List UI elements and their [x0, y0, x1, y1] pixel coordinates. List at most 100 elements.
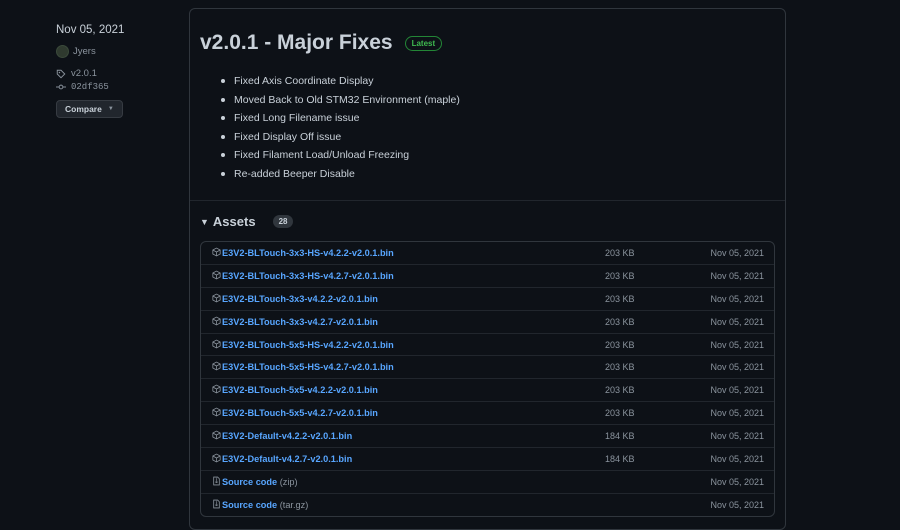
asset-download-link[interactable]: E3V2-BLTouch-3x3-v4.2.7-v2.0.1.bin [222, 317, 378, 327]
triangle-down-icon: ▼ [200, 216, 209, 227]
release-note-item: Moved Back to Old STM32 Environment (map… [221, 91, 460, 110]
release-sidebar: Nov 05, 2021 Jyers v2.0.1 02df365 Compar… [56, 24, 176, 118]
asset-date: Nov 05, 2021 [710, 431, 764, 442]
asset-download-link[interactable]: E3V2-Default-v4.2.7-v2.0.1.bin [222, 454, 352, 464]
file-zip-icon [212, 499, 221, 512]
commit-link[interactable]: 02df365 [56, 82, 176, 92]
release-notes: Fixed Axis Coordinate Display Moved Back… [221, 72, 460, 183]
asset-row: E3V2-BLTouch-5x5-v4.2.7-v2.0.1.bin 203 KB… [201, 402, 774, 426]
assets-list: E3V2-BLTouch-3x3-HS-v4.2.2-v2.0.1.bin 203… [200, 241, 775, 517]
note-text: Fixed Long Filename issue [234, 112, 360, 125]
asset-download-link[interactable]: E3V2-BLTouch-3x3-HS-v4.2.7-v2.0.1.bin [222, 271, 394, 281]
asset-format[interactable]: (zip) [277, 477, 298, 487]
release-note-item: Fixed Axis Coordinate Display [221, 72, 460, 91]
note-text: Fixed Display Off issue [234, 130, 342, 143]
asset-download-link[interactable]: E3V2-BLTouch-5x5-v4.2.7-v2.0.1.bin [222, 408, 378, 418]
asset-download-link[interactable]: Source code (zip) [222, 477, 298, 487]
asset-row: E3V2-BLTouch-3x3-HS-v4.2.2-v2.0.1.bin 203… [201, 242, 774, 265]
note-text: Fixed Axis Coordinate Display [234, 75, 374, 88]
tag-link[interactable]: v2.0.1 [56, 68, 176, 79]
asset-date: Nov 05, 2021 [710, 408, 764, 419]
package-icon [212, 316, 221, 329]
file-zip-icon [212, 476, 221, 489]
asset-download-link[interactable]: E3V2-BLTouch-5x5-HS-v4.2.2-v2.0.1.bin [222, 340, 394, 350]
package-icon [212, 293, 221, 306]
asset-name[interactable]: E3V2-BLTouch-3x3-v4.2.2-v2.0.1.bin [222, 294, 378, 304]
author-name[interactable]: Jyers [73, 46, 96, 57]
asset-size: 184 KB [605, 454, 635, 465]
latest-badge: Latest [404, 35, 443, 51]
package-icon [212, 453, 221, 466]
asset-download-link[interactable]: E3V2-BLTouch-3x3-v4.2.2-v2.0.1.bin [222, 294, 378, 304]
note-text: Fixed Filament Load/Unload Freezing [234, 149, 410, 162]
asset-size: 184 KB [605, 431, 635, 442]
release-card: v2.0.1 - Major Fixes Latest Fixed Axis C… [189, 8, 786, 530]
asset-download-link[interactable]: E3V2-BLTouch-5x5-HS-v4.2.7-v2.0.1.bin [222, 362, 394, 372]
author-link[interactable]: Jyers [56, 45, 176, 58]
asset-name[interactable]: E3V2-BLTouch-3x3-HS-v4.2.2-v2.0.1.bin [222, 248, 394, 258]
asset-size: 203 KB [605, 293, 635, 304]
asset-format[interactable]: (tar.gz) [277, 500, 309, 510]
asset-name[interactable]: E3V2-Default-v4.2.2-v2.0.1.bin [222, 431, 352, 441]
asset-size: 203 KB [605, 248, 635, 258]
asset-row: E3V2-BLTouch-5x5-HS-v4.2.7-v2.0.1.bin 203… [201, 356, 774, 380]
tag-name[interactable]: v2.0.1 [71, 68, 97, 79]
asset-row: E3V2-BLTouch-5x5-HS-v4.2.2-v2.0.1.bin 203… [201, 334, 774, 357]
asset-date: Nov 05, 2021 [710, 293, 764, 304]
divider [190, 200, 785, 201]
asset-size: 203 KB [605, 270, 635, 281]
assets-count-badge: 28 [272, 215, 294, 228]
bullet-icon [221, 97, 225, 102]
asset-row: E3V2-Default-v4.2.2-v2.0.1.bin 184 KB Nov … [201, 425, 774, 449]
asset-date: Nov 05, 2021 [710, 316, 764, 327]
avatar[interactable] [56, 45, 69, 58]
compare-button[interactable]: Compare ▼ [56, 100, 123, 118]
note-text: Re-added Beeper Disable [234, 167, 355, 180]
bullet-icon [221, 153, 225, 158]
asset-name[interactable]: Source code [222, 477, 277, 487]
asset-download-link[interactable]: E3V2-BLTouch-3x3-HS-v4.2.2-v2.0.1.bin [222, 248, 394, 258]
asset-name[interactable]: E3V2-BLTouch-3x3-HS-v4.2.7-v2.0.1.bin [222, 271, 394, 281]
asset-date: Nov 05, 2021 [710, 454, 764, 465]
bullet-icon [221, 79, 225, 84]
asset-row: E3V2-BLTouch-3x3-HS-v4.2.7-v2.0.1.bin 203… [201, 265, 774, 288]
assets-toggle[interactable]: ▼ Assets 28 [200, 214, 294, 229]
package-icon [212, 430, 221, 443]
asset-name[interactable]: E3V2-BLTouch-5x5-HS-v4.2.7-v2.0.1.bin [222, 362, 394, 372]
assets-title[interactable]: Assets [213, 214, 256, 229]
asset-download-link[interactable]: E3V2-BLTouch-5x5-v4.2.2-v2.0.1.bin [222, 385, 378, 395]
commit-sha[interactable]: 02df365 [71, 82, 109, 92]
asset-row: Source code (zip) Nov 05, 2021 [201, 471, 774, 494]
asset-name[interactable]: E3V2-BLTouch-3x3-v4.2.7-v2.0.1.bin [222, 317, 378, 327]
asset-name[interactable]: E3V2-BLTouch-5x5-v4.2.2-v2.0.1.bin [222, 385, 378, 395]
asset-date: Nov 05, 2021 [710, 270, 764, 281]
package-icon [212, 270, 221, 283]
asset-size: 203 KB [605, 339, 635, 350]
asset-download-link[interactable]: Source code (tar.gz) [222, 500, 308, 510]
asset-download-link[interactable]: E3V2-Default-v4.2.2-v2.0.1.bin [222, 431, 352, 441]
asset-row: E3V2-BLTouch-5x5-v4.2.2-v2.0.1.bin 203 KB… [201, 379, 774, 403]
bullet-icon [221, 134, 225, 139]
package-icon [212, 339, 221, 352]
release-note-item: Re-added Beeper Disable [221, 165, 460, 184]
asset-date: Nov 05, 2021 [710, 385, 764, 396]
package-icon [212, 361, 221, 374]
triangle-down-icon: ▼ [107, 106, 114, 112]
asset-row: Source code (tar.gz) Nov 05, 2021 [201, 494, 774, 516]
asset-size: 203 KB [605, 408, 635, 419]
release-title[interactable]: v2.0.1 - Major Fixes [200, 31, 393, 55]
package-icon [212, 407, 221, 420]
commit-icon [56, 84, 66, 90]
asset-name[interactable]: E3V2-BLTouch-5x5-v4.2.7-v2.0.1.bin [222, 408, 378, 418]
asset-date: Nov 05, 2021 [710, 339, 764, 350]
asset-row: E3V2-BLTouch-3x3-v4.2.2-v2.0.1.bin 203 KB… [201, 288, 774, 311]
release-note-item: Fixed Display Off issue [221, 128, 460, 147]
asset-size: 203 KB [605, 316, 635, 327]
asset-name[interactable]: E3V2-Default-v4.2.7-v2.0.1.bin [222, 454, 352, 464]
asset-name[interactable]: E3V2-BLTouch-5x5-HS-v4.2.2-v2.0.1.bin [222, 340, 394, 350]
compare-label: Compare [65, 104, 102, 114]
asset-row: E3V2-Default-v4.2.7-v2.0.1.bin 184 KB Nov … [201, 448, 774, 471]
asset-date: Nov 05, 2021 [710, 476, 764, 487]
bullet-icon [221, 171, 225, 176]
asset-name[interactable]: Source code [222, 500, 277, 510]
